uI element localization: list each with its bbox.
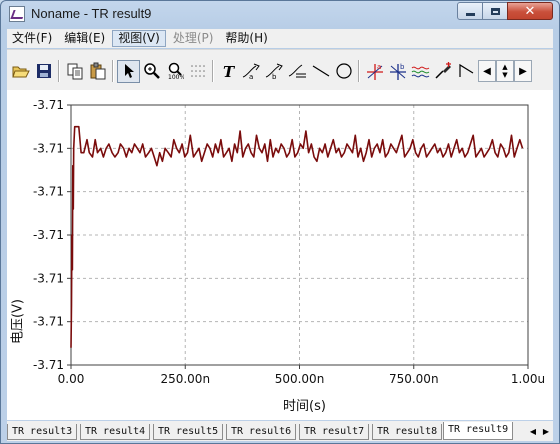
chevron-up-icon: ▲ <box>502 63 508 71</box>
tab-tr-result6[interactable]: TR result6 <box>226 424 297 440</box>
circle-tool-icon[interactable] <box>332 60 355 83</box>
menu-bar: 文件(F) 编辑(E) 视图(V) 处理(P) 帮助(H) <box>7 29 553 48</box>
minimize-icon <box>465 12 475 16</box>
svg-text:T: T <box>223 63 236 80</box>
result-tab-bar: TR result3 TR result4 TR result5 TR resu… <box>7 421 553 441</box>
minimize-button[interactable] <box>457 2 483 20</box>
cursor-b-icon[interactable]: b <box>263 60 286 83</box>
toolbar-separator <box>358 60 360 82</box>
menu-file[interactable]: 文件(F) <box>7 30 57 47</box>
maximize-button[interactable] <box>482 2 508 20</box>
maximize-icon <box>490 7 500 15</box>
angle-tool-icon[interactable] <box>455 60 478 83</box>
wave-icon[interactable] <box>409 60 432 83</box>
x-tick-label: 750.00n <box>389 372 439 386</box>
svg-text:b: b <box>272 73 277 80</box>
cursor-a-icon[interactable]: a <box>240 60 263 83</box>
x-tick-label: 1.00u <box>511 372 545 386</box>
y-tick-label: -3.71 <box>33 315 64 329</box>
zoom-100-icon[interactable]: 100% <box>163 60 186 83</box>
cross-marker-b-icon[interactable]: b <box>386 60 409 83</box>
x-tick-label: 500.00n <box>275 372 325 386</box>
waveform-chart[interactable]: -3.71-3.71-3.71-3.71-3.71-3.71-3.710.00 2… <box>7 90 553 420</box>
tab-tr-result8[interactable]: TR result8 <box>372 424 443 440</box>
y-tick-label: -3.71 <box>33 358 64 372</box>
cross-marker-a-icon[interactable]: a <box>363 60 386 83</box>
svg-text:a: a <box>249 73 253 80</box>
toolbar-separator <box>212 60 214 82</box>
close-button[interactable]: ✕ <box>507 2 553 20</box>
tab-tr-result7[interactable]: TR result7 <box>299 424 370 440</box>
app-icon[interactable] <box>9 6 25 22</box>
grid-dots-icon[interactable] <box>186 60 209 83</box>
toolbar-scroll-right[interactable]: ▶ <box>514 60 532 82</box>
menu-view[interactable]: 视图(V) <box>112 30 166 47</box>
svg-text:100%: 100% <box>168 74 184 80</box>
x-axis-label: 时间(s) <box>283 399 326 414</box>
tab-tr-result4[interactable]: TR result4 <box>80 424 151 440</box>
toolbar-scroll-left[interactable]: ◀ <box>478 60 496 82</box>
x-tick-label: 0.00 <box>58 372 85 386</box>
menu-help[interactable]: 帮助(H) <box>220 30 272 47</box>
svg-text:a: a <box>377 63 381 71</box>
plot-area[interactable]: -3.71 -3.71 -3.71 -3.71 -3.71 -3.71 -3.71 0.00 2… <box>7 90 553 420</box>
app-window: Noname - TR result9 ✕ 文件(F) 编辑(E) 视图(V) … <box>0 0 560 444</box>
y-tick-label: -3.71 <box>33 98 64 112</box>
tab-prev-button[interactable]: ◀ <box>527 424 539 438</box>
toolbar-scroll-updown[interactable]: ▲ ▼ <box>496 60 514 82</box>
pen-marker-icon[interactable] <box>432 60 455 83</box>
paste-icon[interactable] <box>86 60 109 83</box>
marker-line-icon[interactable] <box>286 60 309 83</box>
tab-tr-result5[interactable]: TR result5 <box>153 424 224 440</box>
window-title: Noname - TR result9 <box>31 6 152 21</box>
y-axis-label: 电压(V) <box>10 298 26 345</box>
menu-edit[interactable]: 编辑(E) <box>59 30 110 47</box>
menu-process[interactable]: 处理(P) <box>168 30 219 47</box>
toolbar-separator <box>112 60 114 82</box>
tab-next-button[interactable]: ▶ <box>540 424 552 438</box>
line-tool-icon[interactable] <box>309 60 332 83</box>
toolbar-separator <box>58 60 60 82</box>
y-tick-label: -3.71 <box>33 271 64 285</box>
tab-tr-result9[interactable]: TR result9 <box>443 422 514 440</box>
tab-tr-result3[interactable]: TR result3 <box>7 424 78 440</box>
voltage-series-line <box>70 125 524 348</box>
text-tool-icon[interactable]: T <box>217 60 240 83</box>
zoom-in-icon[interactable] <box>140 60 163 83</box>
copy-icon[interactable] <box>63 60 86 83</box>
y-tick-label: -3.71 <box>33 228 64 242</box>
y-tick-label: -3.71 <box>33 185 64 199</box>
chevron-down-icon: ▼ <box>502 71 508 79</box>
svg-text:b: b <box>400 63 405 71</box>
pointer-arrow-icon[interactable] <box>117 59 140 83</box>
open-folder-icon[interactable] <box>9 60 32 83</box>
x-tick-label: 250.00n <box>160 372 210 386</box>
y-tick-label: -3.71 <box>33 141 64 155</box>
title-bar[interactable]: Noname - TR result9 ✕ <box>1 1 559 27</box>
save-disk-icon[interactable] <box>32 60 55 83</box>
toolbar: 100% T a b a b ◀ ▲ ▼ ▶ <box>7 49 553 90</box>
